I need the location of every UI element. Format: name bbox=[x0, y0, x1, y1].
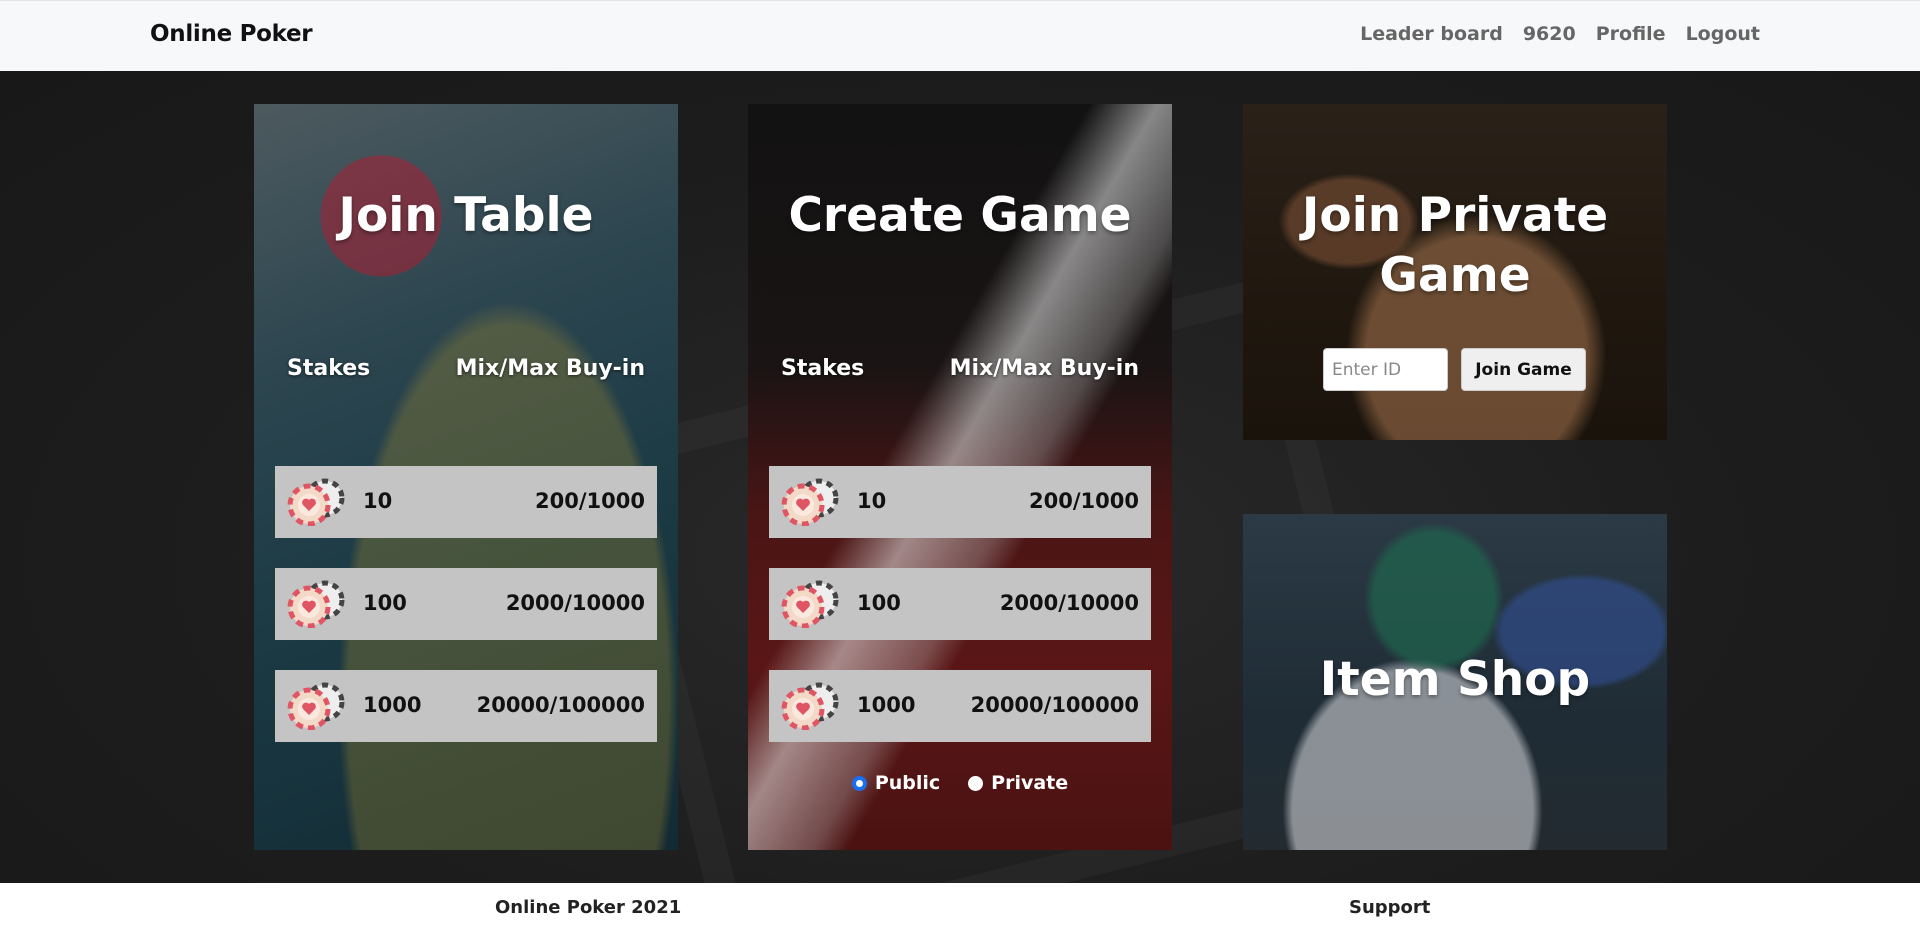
join-private-title-line2: Game bbox=[1379, 248, 1531, 303]
join-private-game-card: Join Private Game Join Game bbox=[1243, 104, 1667, 440]
nav-logout-link[interactable]: Logout bbox=[1686, 23, 1760, 45]
create-game-row-10[interactable]: 10 200/1000 bbox=[769, 466, 1151, 538]
private-radio[interactable]: Private bbox=[968, 772, 1068, 794]
join-table-row-100[interactable]: 100 2000/10000 bbox=[275, 568, 657, 640]
create-game-card: Create Game Stakes Mix/Max Buy-in 10 200… bbox=[748, 104, 1172, 850]
private-radio-label: Private bbox=[991, 772, 1069, 794]
poker-chip-icon bbox=[287, 478, 345, 526]
stake-value: 100 bbox=[363, 591, 407, 615]
join-table-title: Join Table bbox=[338, 188, 594, 243]
poker-chip-icon bbox=[287, 580, 345, 628]
item-shop-card[interactable]: Item Shop bbox=[1243, 514, 1667, 850]
buyin-column-header: Mix/Max Buy-in bbox=[455, 356, 645, 381]
radio-button-unchecked[interactable] bbox=[968, 775, 984, 791]
buyin-value: 20000/100000 bbox=[476, 693, 645, 717]
buyin-value: 20000/100000 bbox=[970, 693, 1139, 717]
poker-chip-icon bbox=[781, 682, 839, 730]
stakes-column-header: Stakes bbox=[287, 356, 371, 381]
join-table-row-10[interactable]: 10 200/1000 bbox=[275, 466, 657, 538]
poker-chip-icon bbox=[287, 682, 345, 730]
buyin-value: 2000/10000 bbox=[505, 591, 645, 615]
buyin-column-header: Mix/Max Buy-in bbox=[949, 356, 1139, 381]
game-id-input[interactable] bbox=[1323, 348, 1448, 391]
stake-value: 100 bbox=[857, 591, 901, 615]
item-shop-title: Item Shop bbox=[1319, 652, 1591, 707]
stake-value: 1000 bbox=[363, 693, 422, 717]
stake-value: 10 bbox=[857, 489, 887, 513]
buyin-value: 2000/10000 bbox=[999, 591, 1139, 615]
brand-logo[interactable]: Online Poker bbox=[150, 21, 313, 47]
visibility-radio-group: Public Private bbox=[748, 772, 1172, 794]
create-game-title: Create Game bbox=[788, 188, 1132, 243]
footer-support-link[interactable]: Support bbox=[1349, 897, 1430, 918]
join-private-title-line1: Join Private bbox=[1301, 188, 1609, 243]
buyin-value: 200/1000 bbox=[1029, 489, 1139, 513]
create-game-row-100[interactable]: 100 2000/10000 bbox=[769, 568, 1151, 640]
poker-chip-icon bbox=[781, 478, 839, 526]
nav-profile-link[interactable]: Profile bbox=[1596, 23, 1666, 45]
buyin-value: 200/1000 bbox=[535, 489, 645, 513]
stakes-column-header: Stakes bbox=[781, 356, 865, 381]
join-table-row-1000[interactable]: 1000 20000/100000 bbox=[275, 670, 657, 742]
nav-leaderboard-link[interactable]: Leader board bbox=[1360, 23, 1503, 45]
nav-balance-link[interactable]: 9620 bbox=[1523, 23, 1576, 45]
nav-links: Leader board 9620 Profile Logout bbox=[1360, 23, 1760, 45]
radio-button-checked[interactable] bbox=[851, 775, 867, 791]
create-game-row-1000[interactable]: 1000 20000/100000 bbox=[769, 670, 1151, 742]
public-radio-label: Public bbox=[874, 772, 941, 794]
stake-value: 10 bbox=[363, 489, 393, 513]
public-radio[interactable]: Public bbox=[851, 772, 941, 794]
top-navbar: Online Poker Leader board 9620 Profile L… bbox=[0, 0, 1920, 71]
join-game-button[interactable]: Join Game bbox=[1461, 348, 1586, 391]
footer-copyright: Online Poker 2021 bbox=[495, 897, 682, 918]
join-table-card: Join Table Stakes Mix/Max Buy-in 10 200/… bbox=[254, 104, 678, 850]
page-footer: Online Poker 2021 Support bbox=[0, 883, 1920, 927]
poker-chip-icon bbox=[781, 580, 839, 628]
stake-value: 1000 bbox=[857, 693, 916, 717]
